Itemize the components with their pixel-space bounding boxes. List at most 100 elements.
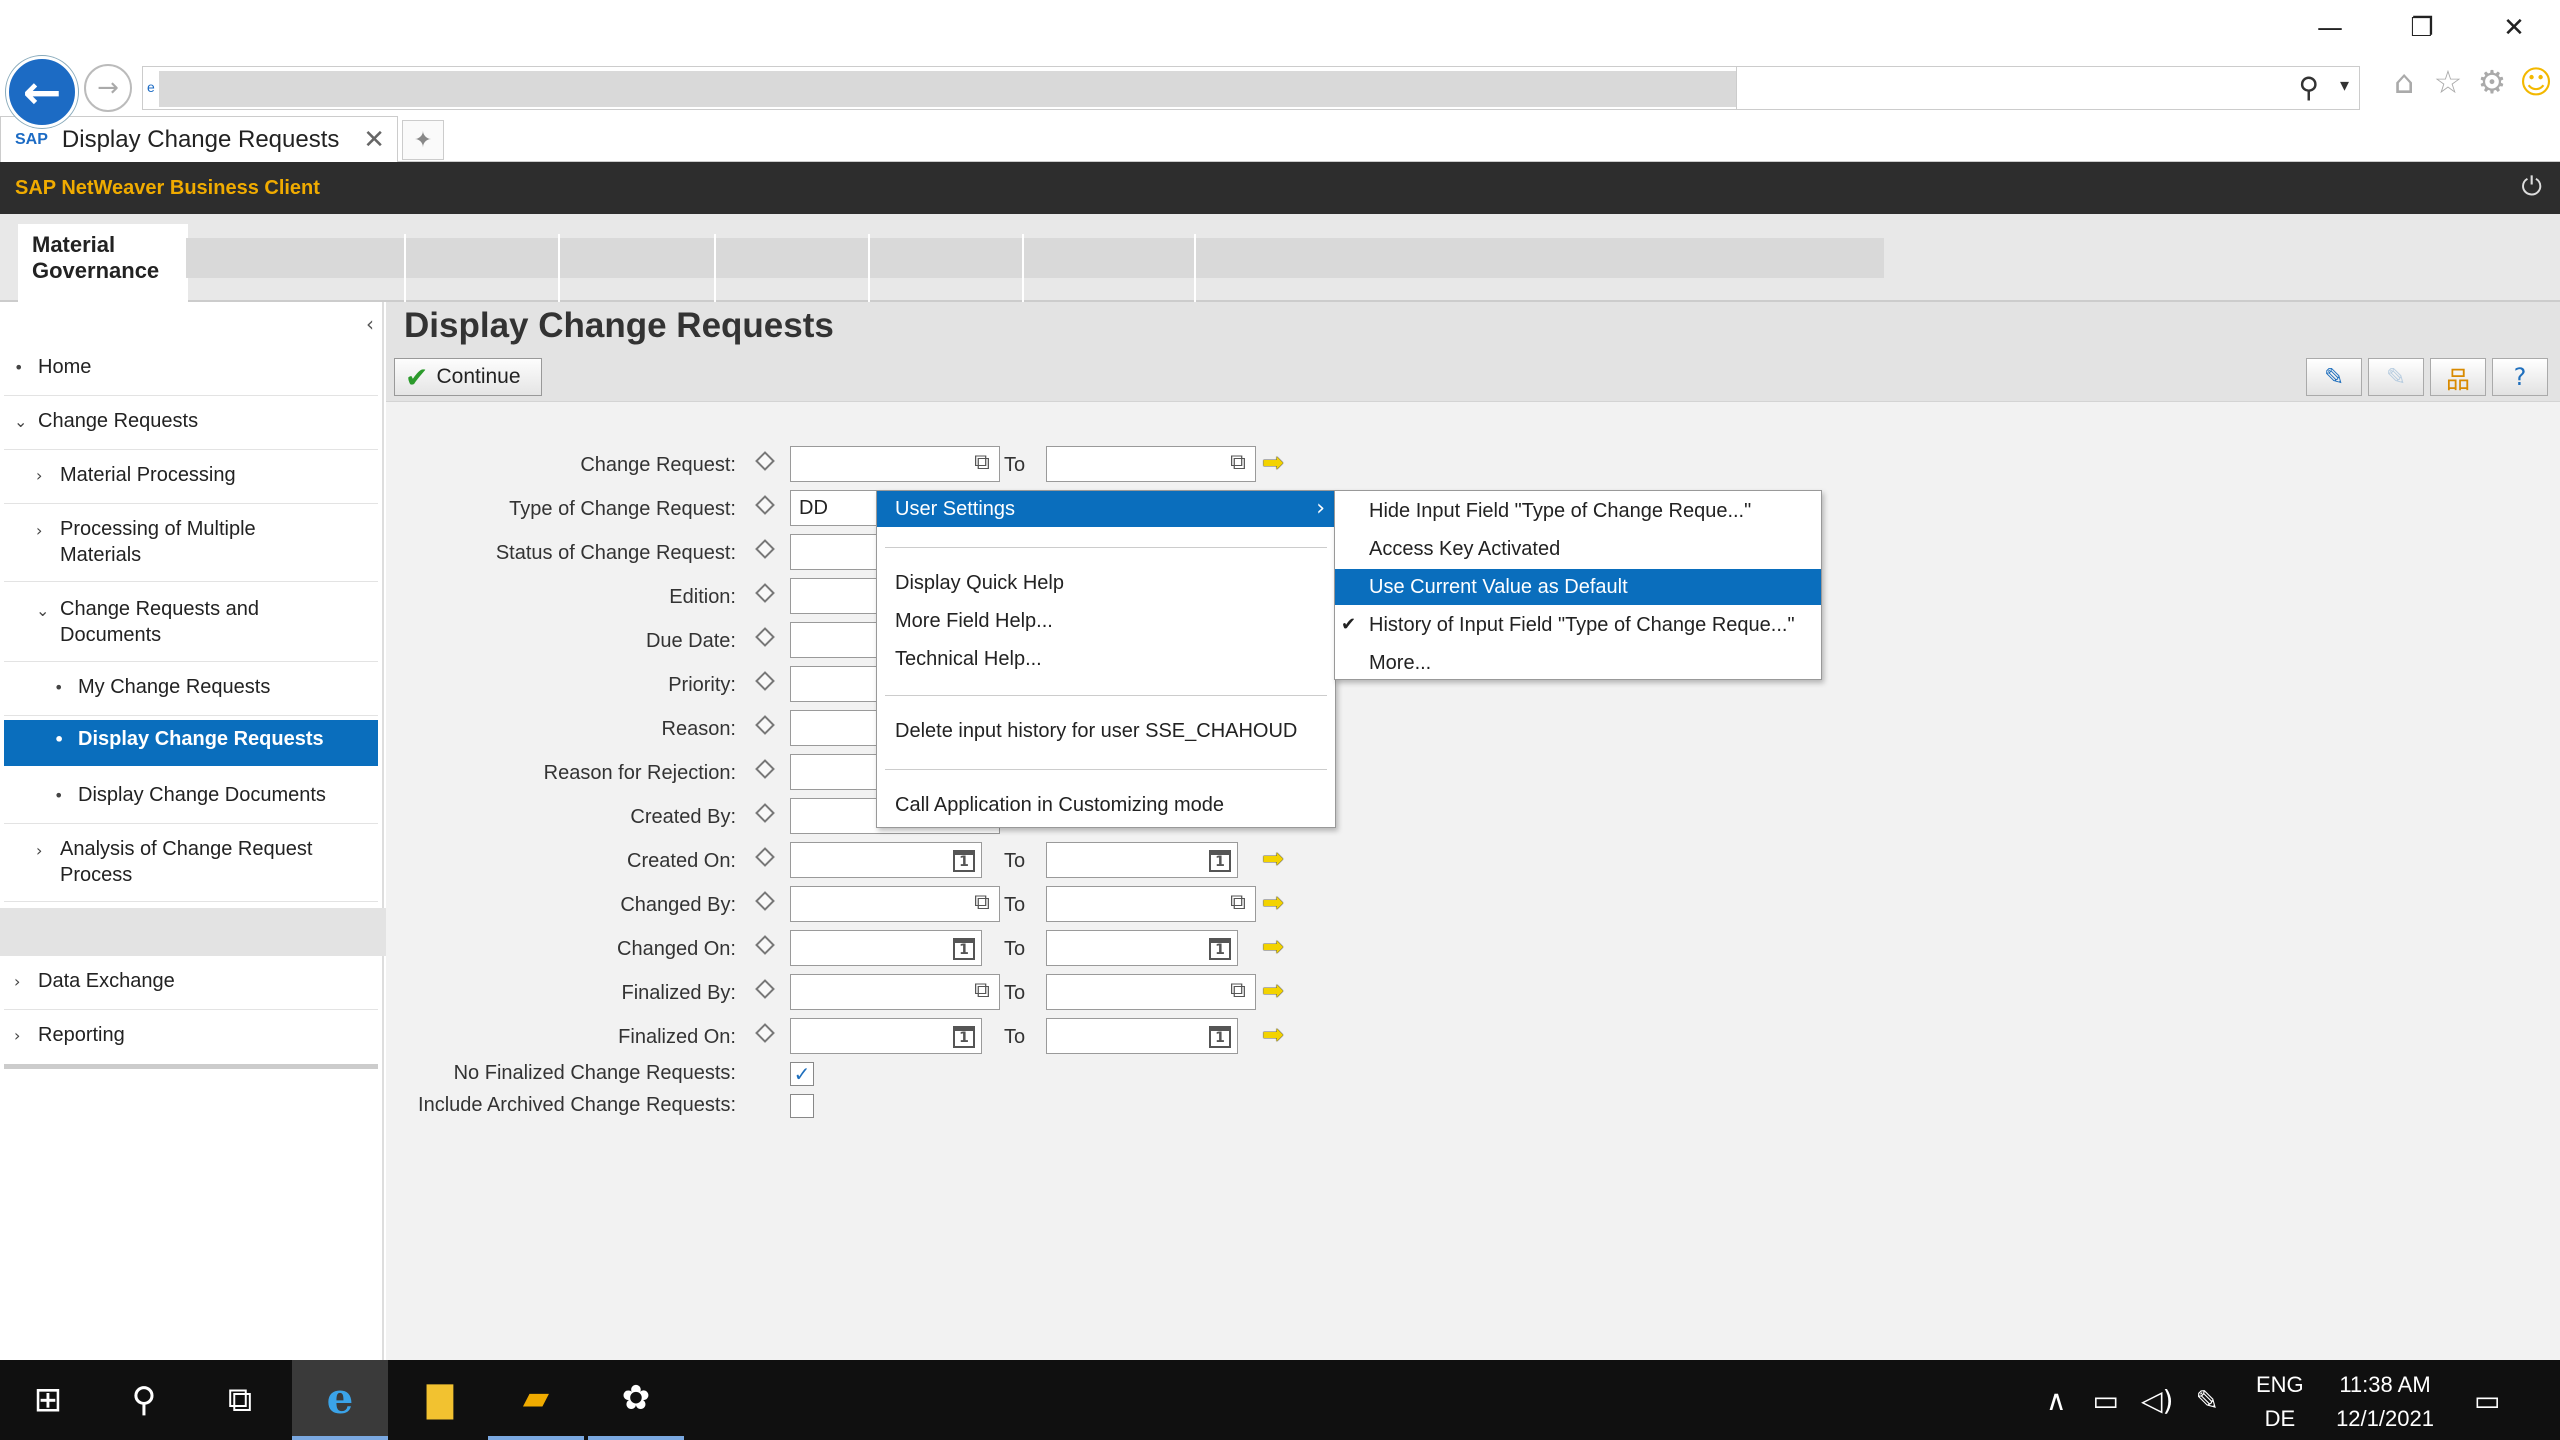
field-input-from[interactable]: 1 <box>790 1018 982 1054</box>
diamond-multiple-selection-icon[interactable] <box>755 671 775 691</box>
network-icon[interactable]: ▭ <box>2093 1384 2119 1417</box>
input-language[interactable]: ENG DE <box>2256 1368 2304 1436</box>
calendar-icon[interactable]: 1 <box>1209 938 1231 960</box>
field-input-to[interactable]: 1 <box>1046 842 1238 878</box>
sidebar-item-analysis-change-request-process[interactable]: › Analysis of Change Request Process <box>4 830 378 902</box>
taskbar-search-button[interactable]: ⚲ <box>96 1360 192 1440</box>
ctx-user-settings[interactable]: User Settings › <box>877 491 1335 527</box>
restore-button[interactable]: ❐ <box>2376 0 2468 56</box>
search-icon[interactable]: ⚲ <box>2298 71 2319 104</box>
tab-close-icon[interactable]: ✕ <box>363 125 385 155</box>
sidebar-item-processing-multiple-materials[interactable]: › Processing of Multiple Materials <box>4 510 378 582</box>
diamond-multiple-selection-icon[interactable] <box>755 891 775 911</box>
multiple-selection-arrow-icon[interactable]: ➡ <box>1262 448 1284 478</box>
address-bar[interactable]: e <box>142 66 1859 110</box>
field-input-to[interactable]: ⧉ <box>1046 886 1256 922</box>
clock[interactable]: 11:38 AM 12/1/2021 <box>2320 1368 2450 1436</box>
continue-button[interactable]: ✔ Continue <box>394 358 542 396</box>
pen-icon[interactable]: ✎ <box>2195 1384 2218 1417</box>
calendar-icon[interactable]: 1 <box>1209 850 1231 872</box>
search-box[interactable]: ⚲ ▾ <box>1736 66 2360 110</box>
field-input-to[interactable]: ⧉ <box>1046 446 1256 482</box>
sub-access-key-activated[interactable]: Access Key Activated <box>1335 531 1821 567</box>
sub-use-current-value-default[interactable]: Use Current Value as Default <box>1335 569 1821 605</box>
field-input-from[interactable]: 1 <box>790 930 982 966</box>
ctx-call-customizing-mode[interactable]: Call Application in Customizing mode <box>877 787 1335 823</box>
taskbar-sap-logon[interactable]: ▰ <box>488 1360 584 1440</box>
minimize-button[interactable]: — <box>2284 0 2376 56</box>
diamond-multiple-selection-icon[interactable] <box>755 539 775 559</box>
calendar-icon[interactable]: 1 <box>953 938 975 960</box>
new-tab-button[interactable]: ✦ <box>402 120 444 160</box>
sidebar-item-display-change-documents[interactable]: • Display Change Documents <box>4 776 378 824</box>
ctx-delete-input-history[interactable]: Delete input history for user SSE_CHAHOU… <box>877 713 1335 749</box>
diamond-multiple-selection-icon[interactable] <box>755 759 775 779</box>
diamond-multiple-selection-icon[interactable] <box>755 583 775 603</box>
diamond-multiple-selection-icon[interactable] <box>755 803 775 823</box>
sidebar-item-material-processing[interactable]: › Material Processing <box>4 456 378 504</box>
power-logoff-icon[interactable]: ⏻ <box>2521 172 2542 203</box>
multiple-selection-arrow-icon[interactable]: ➡ <box>1262 932 1284 962</box>
ctx-more-field-help[interactable]: More Field Help... <box>877 603 1335 639</box>
value-help-icon[interactable]: ⧉ <box>1227 892 1249 916</box>
field-input-to[interactable]: ⧉ <box>1046 974 1256 1010</box>
multiple-selection-arrow-icon[interactable]: ➡ <box>1262 844 1284 874</box>
ctx-display-quick-help[interactable]: Display Quick Help <box>877 565 1335 601</box>
value-help-icon[interactable]: ⧉ <box>971 892 993 916</box>
value-help-icon[interactable]: ⧉ <box>971 980 993 1004</box>
sidebar-item-change-requests[interactable]: ⌄ Change Requests <box>4 402 378 450</box>
settings-gear-icon[interactable]: ⚙ <box>2474 62 2510 102</box>
personalize-wrench-icon[interactable]: ✎ <box>2306 358 2362 396</box>
feedback-smiley-icon[interactable]: ☺ <box>2518 62 2554 102</box>
calendar-icon[interactable]: 1 <box>953 850 975 872</box>
diamond-multiple-selection-icon[interactable] <box>755 451 775 471</box>
diamond-multiple-selection-icon[interactable] <box>755 715 775 735</box>
field-input-to[interactable]: 1 <box>1046 930 1238 966</box>
value-help-icon[interactable]: ⧉ <box>1227 452 1249 476</box>
task-view-button[interactable]: ⧉ <box>192 1360 288 1440</box>
taskbar-ie[interactable]: e <box>292 1360 388 1440</box>
home-icon[interactable]: ⌂ <box>2386 62 2422 102</box>
forward-button[interactable]: → <box>84 64 132 112</box>
value-help-icon[interactable]: ⧉ <box>1227 980 1249 1004</box>
sub-history-input-field[interactable]: ✔ History of Input Field "Type of Change… <box>1335 607 1821 643</box>
field-input-from[interactable]: ⧉ <box>790 446 1000 482</box>
favorites-star-icon[interactable]: ☆ <box>2430 62 2466 102</box>
diamond-multiple-selection-icon[interactable] <box>755 847 775 867</box>
multiple-selection-arrow-icon[interactable]: ➡ <box>1262 888 1284 918</box>
multiple-selection-arrow-icon[interactable]: ➡ <box>1262 1020 1284 1050</box>
collapse-panel-icon[interactable]: ‹ <box>366 312 374 336</box>
show-hidden-icons-chevron-icon[interactable]: ∧ <box>2046 1384 2067 1417</box>
diamond-multiple-selection-icon[interactable] <box>755 627 775 647</box>
start-button[interactable]: ⊞ <box>0 1360 96 1440</box>
sidebar-item-change-requests-and-documents[interactable]: ⌄ Change Requests and Documents <box>4 590 378 662</box>
checkbox[interactable] <box>790 1094 814 1118</box>
sidebar-item-display-change-requests[interactable]: • Display Change Requests <box>4 720 378 766</box>
multiple-selection-arrow-icon[interactable]: ➡ <box>1262 976 1284 1006</box>
taskbar-file-explorer[interactable]: ▇ <box>392 1360 488 1440</box>
diamond-multiple-selection-icon[interactable] <box>755 1023 775 1043</box>
nav-tab-material-governance[interactable]: Material Governance <box>18 224 188 302</box>
close-window-button[interactable]: ✕ <box>2468 0 2560 56</box>
diamond-multiple-selection-icon[interactable] <box>755 979 775 999</box>
sub-hide-input-field[interactable]: Hide Input Field "Type of Change Reque..… <box>1335 493 1821 529</box>
field-input-from[interactable]: ⧉ <box>790 886 1000 922</box>
sidebar-item-reporting[interactable]: › Reporting <box>4 1016 378 1064</box>
back-button[interactable]: ← <box>6 56 78 128</box>
sidebar-item-my-change-requests[interactable]: • My Change Requests <box>4 668 378 716</box>
field-input-from[interactable]: 1 <box>790 842 982 878</box>
volume-icon[interactable]: ◁) <box>2141 1384 2173 1417</box>
field-input-from[interactable]: ⧉ <box>790 974 1000 1010</box>
calendar-icon[interactable]: 1 <box>953 1026 975 1048</box>
sidebar-item-data-exchange[interactable]: › Data Exchange <box>4 962 378 1010</box>
diamond-multiple-selection-icon[interactable] <box>755 495 775 515</box>
search-dropdown-icon[interactable]: ▾ <box>2340 75 2349 96</box>
field-input-to[interactable]: 1 <box>1046 1018 1238 1054</box>
notification-center[interactable]: ▭ <box>2474 1360 2500 1440</box>
taskbar-paint[interactable]: ✿ <box>588 1360 684 1440</box>
checkbox[interactable]: ✓ <box>790 1062 814 1086</box>
sidebar-item-home[interactable]: • Home <box>4 348 378 396</box>
help-icon[interactable]: ? <box>2492 358 2548 396</box>
calendar-icon[interactable]: 1 <box>1209 1026 1231 1048</box>
sub-more[interactable]: More... <box>1335 645 1821 681</box>
